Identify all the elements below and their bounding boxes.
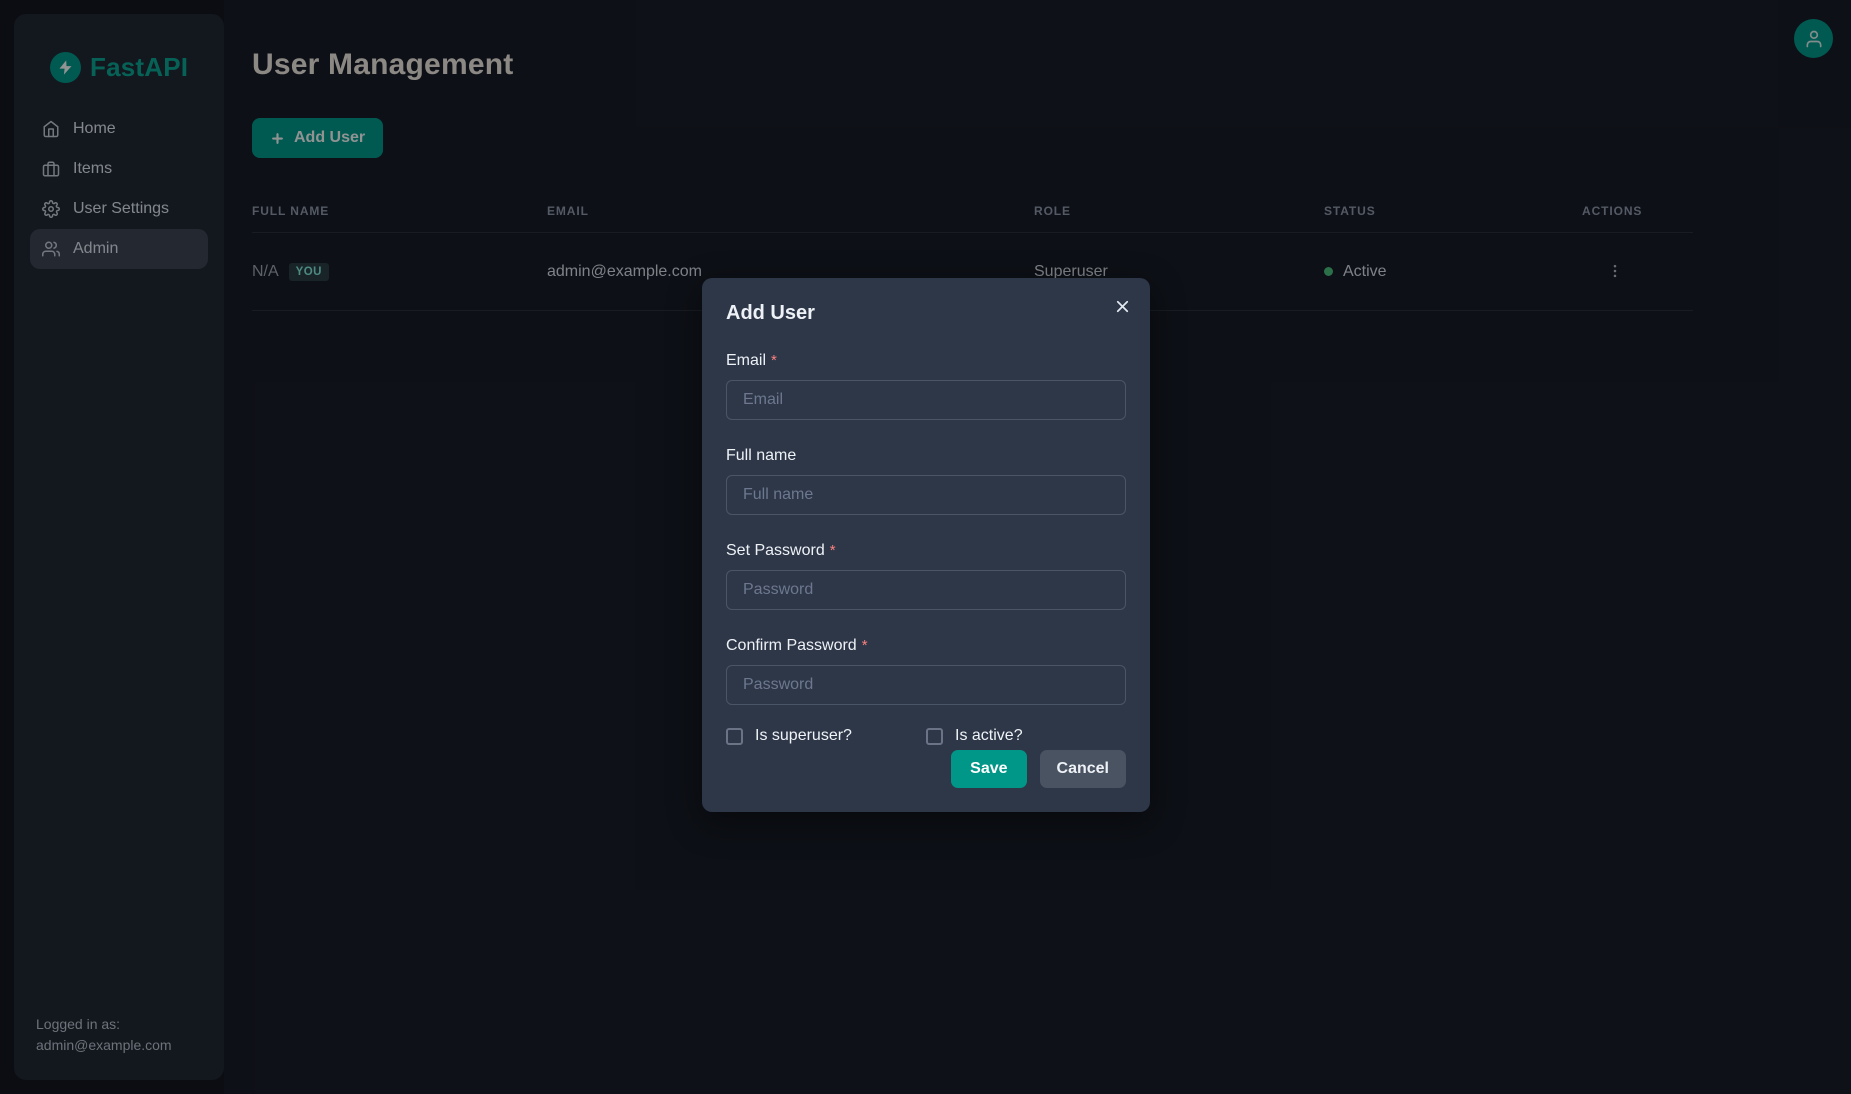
modal-close-button[interactable] (1106, 290, 1138, 322)
required-asterisk: * (771, 352, 777, 369)
set-password-label: Set Password * (726, 542, 1126, 560)
is-superuser-checkbox[interactable] (726, 728, 743, 745)
cancel-button[interactable]: Cancel (1040, 750, 1126, 788)
modal-footer: Save Cancel (726, 750, 1126, 788)
set-password-label-text: Set Password (726, 542, 825, 559)
is-active-checkbox-item: Is active? (926, 727, 1126, 745)
close-icon (1113, 297, 1132, 316)
is-active-checkbox[interactable] (926, 728, 943, 745)
save-button[interactable]: Save (951, 750, 1026, 788)
required-asterisk: * (862, 637, 868, 654)
email-label: Email * (726, 352, 1126, 370)
checkbox-row: Is superuser? Is active? (726, 727, 1126, 745)
is-superuser-label: Is superuser? (755, 727, 852, 745)
confirm-password-label: Confirm Password * (726, 637, 1126, 655)
is-superuser-checkbox-item: Is superuser? (726, 727, 926, 745)
full-name-label: Full name (726, 447, 1126, 465)
full-name-label-text: Full name (726, 447, 796, 464)
set-password-field-group: Set Password * (726, 542, 1126, 610)
confirm-password-field-group: Confirm Password * (726, 637, 1126, 705)
modal-title: Add User (726, 302, 1126, 325)
full-name-field-group: Full name (726, 447, 1126, 515)
email-field[interactable] (726, 380, 1126, 420)
full-name-field[interactable] (726, 475, 1126, 515)
set-password-field[interactable] (726, 570, 1126, 610)
page-root: User Management Add User FULL N (0, 0, 1851, 1094)
add-user-modal: Add User Email * Full name Set Password * (702, 278, 1150, 812)
email-field-group: Email * (726, 352, 1126, 420)
required-asterisk: * (830, 542, 836, 559)
is-active-label: Is active? (955, 727, 1023, 745)
confirm-password-field[interactable] (726, 665, 1126, 705)
email-label-text: Email (726, 352, 766, 369)
confirm-password-label-text: Confirm Password (726, 637, 857, 654)
